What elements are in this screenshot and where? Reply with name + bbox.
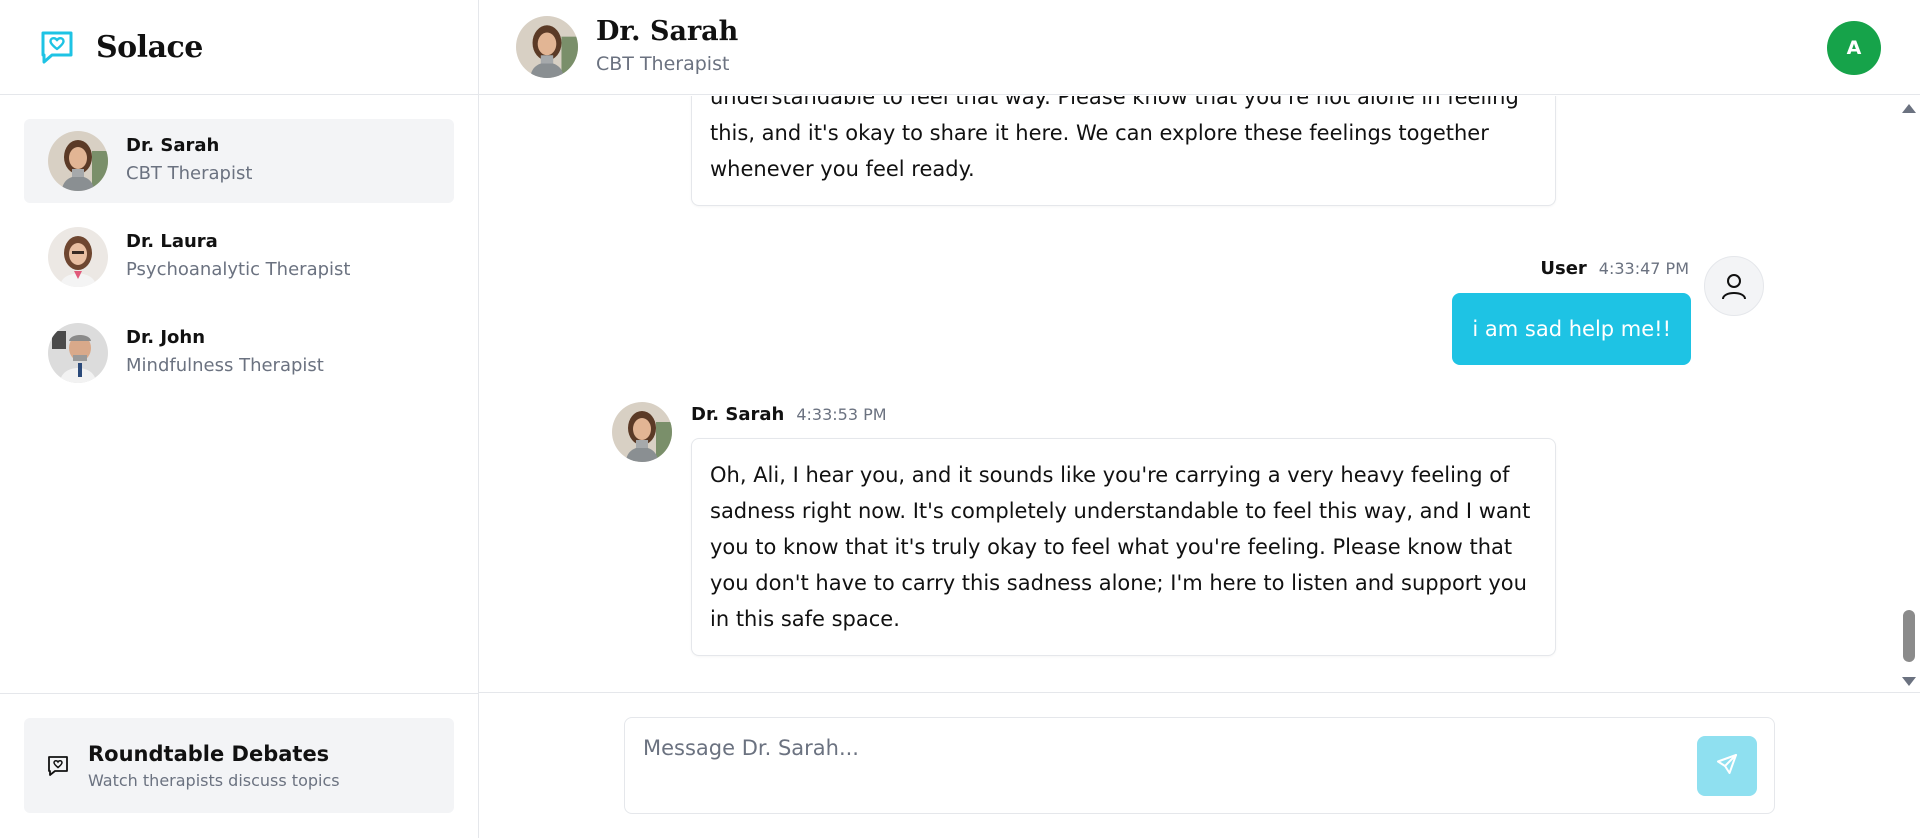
- roundtable-subtitle: Watch therapists discuss topics: [88, 770, 340, 790]
- message-input[interactable]: [643, 732, 1643, 764]
- therapist-role: Psychoanalytic Therapist: [126, 259, 351, 280]
- message-scrollbar[interactable]: [1898, 96, 1920, 692]
- message-sender: Dr. Sarah: [691, 404, 785, 425]
- message-meta: User 4:33:47 PM: [1540, 258, 1689, 279]
- chat-panel: Dr. Sarah CBT Therapist A understandable…: [479, 0, 1920, 838]
- message-composer: [624, 717, 1775, 814]
- therapist-name: Dr. Laura: [126, 231, 218, 252]
- chat-subtitle: CBT Therapist: [596, 53, 730, 75]
- scroll-up-arrow-icon[interactable]: [1902, 104, 1916, 113]
- sidebar: Solace Dr. Sarah CBT Therapist Dr. Laura…: [0, 0, 479, 838]
- avatar: [48, 323, 108, 383]
- message-bubble-ai: Oh, Ali, I hear you, and it sounds like …: [691, 438, 1556, 656]
- therapist-role: Mindfulness Therapist: [126, 355, 324, 376]
- message-time: 4:33:53 PM: [796, 405, 887, 424]
- therapist-item-john[interactable]: Dr. John Mindfulness Therapist: [24, 311, 454, 395]
- message-bubble-ai: understandable to feel that way. Please …: [691, 96, 1556, 206]
- therapist-role: CBT Therapist: [126, 163, 253, 184]
- message-text: Oh, Ali, I hear you, and it sounds like …: [710, 463, 1531, 631]
- message-list: understandable to feel that way. Please …: [479, 96, 1920, 692]
- avatar: [516, 16, 578, 78]
- person-icon: [1704, 256, 1764, 316]
- roundtable-debates-button[interactable]: Roundtable Debates Watch therapists disc…: [24, 718, 454, 813]
- chat-header: Dr. Sarah CBT Therapist A: [479, 0, 1920, 95]
- avatar: [48, 227, 108, 287]
- roundtable-title: Roundtable Debates: [88, 741, 330, 766]
- send-icon: [1715, 752, 1739, 780]
- therapist-name: Dr. John: [126, 327, 206, 348]
- therapist-name: Dr. Sarah: [126, 135, 220, 156]
- message-meta: Dr. Sarah 4:33:53 PM: [691, 404, 887, 425]
- message-sender: User: [1540, 258, 1587, 279]
- message-bubble-user: i am sad help me!!: [1452, 293, 1691, 365]
- chat-title: Dr. Sarah: [596, 16, 739, 47]
- chat-heart-icon: [38, 28, 76, 66]
- app-name: Solace: [96, 29, 203, 65]
- therapist-item-laura[interactable]: Dr. Laura Psychoanalytic Therapist: [24, 215, 454, 299]
- chat-heart-icon: [46, 754, 70, 778]
- composer-area: [479, 692, 1920, 838]
- avatar: [612, 402, 672, 462]
- scrollbar-thumb[interactable]: [1903, 610, 1915, 662]
- message-text: i am sad help me!!: [1472, 317, 1671, 341]
- therapist-list: Dr. Sarah CBT Therapist Dr. Laura Psycho…: [0, 95, 478, 395]
- therapist-item-sarah[interactable]: Dr. Sarah CBT Therapist: [24, 119, 454, 203]
- brand[interactable]: Solace: [0, 0, 478, 95]
- scroll-down-arrow-icon[interactable]: [1902, 677, 1916, 686]
- user-avatar-button[interactable]: A: [1827, 21, 1881, 75]
- sidebar-footer: Roundtable Debates Watch therapists disc…: [0, 693, 478, 838]
- send-button[interactable]: [1697, 736, 1757, 796]
- message-text: understandable to feel that way. Please …: [710, 96, 1519, 181]
- avatar: [48, 131, 108, 191]
- message-time: 4:33:47 PM: [1598, 259, 1689, 278]
